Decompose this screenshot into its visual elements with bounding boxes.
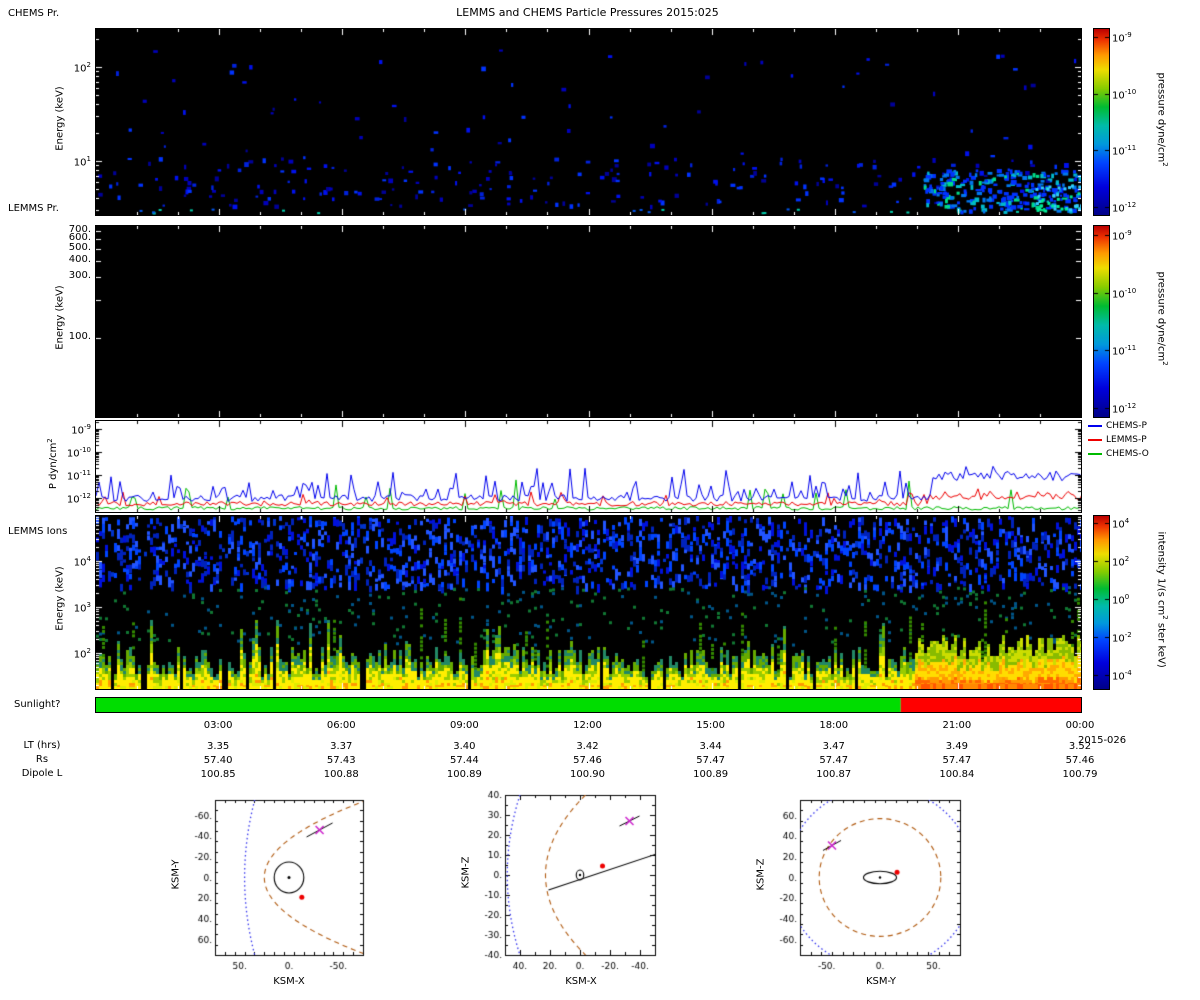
ephemeris-value: 100.88 bbox=[323, 769, 359, 780]
ephemeris-value: 3.44 bbox=[699, 741, 722, 752]
legend-line-lemms-p bbox=[1088, 439, 1102, 441]
ephemeris-row-label-rs: Rs bbox=[35, 754, 49, 765]
orbit1-xlabel: KSM-X bbox=[273, 976, 305, 987]
ephemeris-value: 3.52 bbox=[1068, 741, 1092, 752]
ytick-label: 500. bbox=[68, 242, 91, 254]
colorbar-tick-label: 10-11 bbox=[1112, 344, 1137, 358]
ytick-label: 300. bbox=[68, 270, 91, 282]
ephemeris-value: 100.90 bbox=[570, 769, 605, 780]
ephemeris-row-label-lt: LT (hrs) bbox=[23, 740, 61, 751]
colorbar-tick-label: 104 bbox=[1112, 516, 1130, 530]
lemms-ions-spectrogram-canvas bbox=[95, 515, 1082, 690]
ytick-label: 103 bbox=[73, 600, 91, 615]
legend-item-chems-o: CHEMS-O bbox=[1088, 449, 1149, 459]
lemms-pressure-spectrogram-canvas bbox=[95, 225, 1082, 418]
colorbar1-label: pressure dyne/cm2 bbox=[1155, 72, 1169, 167]
colorbar-tick-label: 10-12 bbox=[1112, 200, 1137, 214]
orbit1-ylabel: KSM-Y bbox=[170, 859, 182, 890]
ephemeris-value: 57.44 bbox=[450, 755, 479, 766]
ephemeris-value: 100.79 bbox=[1062, 769, 1098, 780]
ephemeris-value: 3.37 bbox=[330, 741, 353, 752]
ytick-label: 101 bbox=[73, 154, 91, 169]
ephemeris-value: 57.47 bbox=[819, 755, 849, 766]
ephemeris-value: 100.87 bbox=[816, 769, 852, 780]
ephemeris-value: 57.40 bbox=[203, 755, 233, 766]
ephemeris-value: 57.47 bbox=[696, 755, 725, 766]
lemms-pressure-colorbar bbox=[1093, 225, 1110, 418]
pressure-lineplot-canvas bbox=[95, 420, 1082, 513]
colorbar-tick-label: 10-10 bbox=[1112, 286, 1137, 300]
cassini-mimi-summary-plot: LEMMS and CHEMS Particle Pressures 2015:… bbox=[0, 0, 1200, 1000]
panel-label-chems: CHEMS Pr. bbox=[8, 8, 60, 19]
colorbar-tick-label: 102 bbox=[1112, 554, 1130, 568]
legend-item-lemms-p: LEMMS-P bbox=[1088, 435, 1149, 445]
line-legend: CHEMS-P LEMMS-P CHEMS-O bbox=[1088, 421, 1149, 463]
colorbar-tick-label: 10-11 bbox=[1112, 144, 1137, 158]
time-tick-label: 21:00 bbox=[942, 720, 972, 731]
legend-line-chems-p bbox=[1088, 425, 1102, 427]
plot-title: LEMMS and CHEMS Particle Pressures 2015:… bbox=[456, 6, 719, 19]
colorbar-tick-label: 10-9 bbox=[1112, 228, 1132, 242]
orbit2-xlabel: KSM-X bbox=[565, 976, 597, 987]
ephemeris-value: 3.40 bbox=[453, 741, 476, 752]
orbit3-xlabel: KSM-Y bbox=[865, 976, 897, 987]
ephemeris-value: 3.35 bbox=[206, 741, 230, 752]
time-tick-label: 12:00 bbox=[573, 720, 602, 731]
time-tick-label: 15:00 bbox=[696, 720, 726, 731]
time-tick-label: 09:00 bbox=[449, 720, 479, 731]
time-tick-label: 00:00 bbox=[1065, 720, 1095, 731]
time-tick-label: 03:00 bbox=[203, 720, 233, 731]
ytick-label: 102 bbox=[73, 646, 91, 661]
panel-label-sunlight: Sunlight? bbox=[14, 699, 61, 710]
colorbar-tick-label: 10-12 bbox=[1112, 402, 1137, 416]
orbit-yz-canvas bbox=[743, 786, 970, 986]
ephemeris-row-label-dipole: Dipole L bbox=[21, 768, 63, 779]
time-tick-label: 18:00 bbox=[819, 720, 849, 731]
ytick-label: 10-9 bbox=[71, 423, 91, 437]
ephemeris-value: 3.47 bbox=[822, 741, 845, 752]
ephemeris-value: 57.46 bbox=[573, 755, 602, 766]
ephemeris-value: 57.47 bbox=[942, 755, 972, 766]
ytick-label: 10-11 bbox=[66, 469, 91, 483]
sunlight-bar-canvas bbox=[95, 697, 1082, 713]
ephemeris-value: 100.85 bbox=[200, 769, 236, 780]
ephemeris-value: 3.49 bbox=[945, 741, 968, 752]
colorbar-tick-label: 100 bbox=[1112, 592, 1130, 607]
ephemeris-value: 100.89 bbox=[446, 769, 482, 780]
ytick-label: 10-12 bbox=[66, 491, 91, 506]
legend-label: LEMMS-P bbox=[1106, 435, 1147, 445]
colorbar4-label: intensity 1/(s cm2 ster keV) bbox=[1155, 531, 1169, 668]
ytick-label: 102 bbox=[73, 60, 91, 75]
colorbar2-label: pressure dyne/cm2 bbox=[1155, 271, 1169, 366]
ephemeris-value: 100.84 bbox=[939, 769, 975, 780]
ytick-label: 100. bbox=[68, 331, 91, 343]
ephemeris-value: 3.42 bbox=[576, 741, 599, 752]
panel-label-lemms-pr: LEMMS Pr. bbox=[8, 203, 59, 214]
legend-label: CHEMS-O bbox=[1106, 449, 1149, 459]
ion-intensity-colorbar bbox=[1093, 515, 1110, 690]
ytick-label: 400. bbox=[68, 254, 91, 266]
orbit-xy-canvas bbox=[158, 786, 378, 986]
legend-item-chems-p: CHEMS-P bbox=[1088, 421, 1149, 431]
legend-label: CHEMS-P bbox=[1106, 421, 1147, 431]
ephemeris-value: 57.43 bbox=[326, 755, 356, 766]
colorbar-tick-label: 10-2 bbox=[1112, 630, 1132, 645]
orbit3-ylabel: KSM-Z bbox=[755, 858, 767, 891]
orbit2-ylabel: KSM-Z bbox=[460, 856, 472, 889]
panel1-ylabel: Energy (keV) bbox=[54, 86, 66, 151]
panel-label-lemms-ions: LEMMS Ions bbox=[8, 526, 68, 537]
ytick-label: 104 bbox=[73, 554, 91, 569]
colorbar-tick-label: 10-4 bbox=[1112, 668, 1132, 683]
chems-colorbar bbox=[1093, 28, 1110, 216]
legend-line-chems-o bbox=[1088, 453, 1102, 455]
chems-spectrogram-canvas bbox=[95, 28, 1082, 216]
orbit-xz-canvas bbox=[448, 781, 668, 986]
colorbar-tick-label: 10-10 bbox=[1112, 87, 1137, 102]
ytick-label: 10-10 bbox=[66, 446, 91, 460]
ephemeris-value: 57.46 bbox=[1065, 755, 1095, 766]
time-tick-label: 06:00 bbox=[326, 720, 356, 731]
ephemeris-value: 100.89 bbox=[693, 769, 729, 780]
colorbar-tick-label: 10-9 bbox=[1112, 31, 1132, 45]
